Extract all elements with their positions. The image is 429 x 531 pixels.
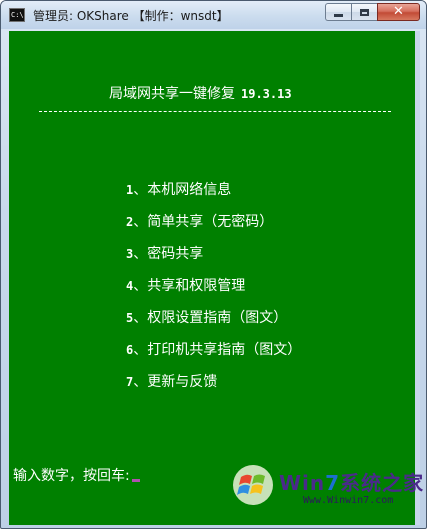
heading-version: 19.3.13 (241, 87, 292, 101)
prompt-label: 输入数字，按回车: (13, 468, 130, 484)
menu-item-7: 7、更新与反馈 (126, 371, 217, 391)
menu-item-label: 、本机网络信息 (133, 182, 232, 198)
separator-rule (39, 111, 391, 112)
console-window: C:\ 管理员: OKShare 【制作：wnsdt】 ✕ 局域网共享一键修复 1… (0, 0, 427, 529)
watermark-brand: Win7系统之家 (279, 467, 424, 496)
watermark-url: Www.Winwin7.com (303, 495, 394, 506)
title-bar[interactable]: C:\ 管理员: OKShare 【制作：wnsdt】 ✕ (1, 1, 426, 29)
menu-item-label: 、共享和权限管理 (133, 278, 246, 294)
windows-flag-icon (233, 465, 273, 505)
minimize-icon (334, 13, 343, 17)
minimize-button[interactable] (325, 3, 351, 21)
caption-buttons: ✕ (325, 3, 420, 21)
menu-item-3: 3、密码共享 (126, 243, 203, 263)
maximize-button[interactable] (351, 3, 377, 21)
cmd-icon[interactable]: C:\ (9, 8, 25, 22)
heading-title: 局域网共享一键修复 (109, 86, 235, 102)
menu-item-2: 2、简单共享（无密码） (126, 211, 273, 231)
menu-item-1: 1、本机网络信息 (126, 179, 231, 199)
menu-item-label: 、密码共享 (133, 246, 204, 262)
maximize-icon (360, 8, 369, 16)
menu-item-4: 4、共享和权限管理 (126, 275, 245, 295)
menu-item-6: 6、打印机共享指南（图文） (126, 339, 301, 359)
menu-item-5: 5、权限设置指南（图文） (126, 307, 287, 327)
close-icon: ✕ (393, 4, 404, 19)
menu-item-label: 、打印机共享指南（图文） (133, 342, 302, 358)
text-cursor (131, 479, 140, 482)
window-title: 管理员: OKShare 【制作：wnsdt】 (33, 9, 229, 23)
menu-item-label: 、权限设置指南（图文） (133, 310, 288, 326)
input-prompt[interactable]: 输入数字，按回车: (13, 465, 140, 485)
console-heading: 局域网共享一键修复 19.3.13 (109, 83, 292, 103)
close-button[interactable]: ✕ (377, 3, 420, 21)
watermark-logo: Win7系统之家 Www.Winwin7.com (221, 449, 423, 521)
brand-seven: 7 (325, 471, 341, 495)
menu-item-label: 、更新与反馈 (133, 374, 218, 390)
menu-item-label: 、简单共享（无密码） (133, 214, 274, 230)
brand-suffix: 系统之家 (340, 471, 425, 495)
brand-prefix: Win (279, 471, 326, 495)
